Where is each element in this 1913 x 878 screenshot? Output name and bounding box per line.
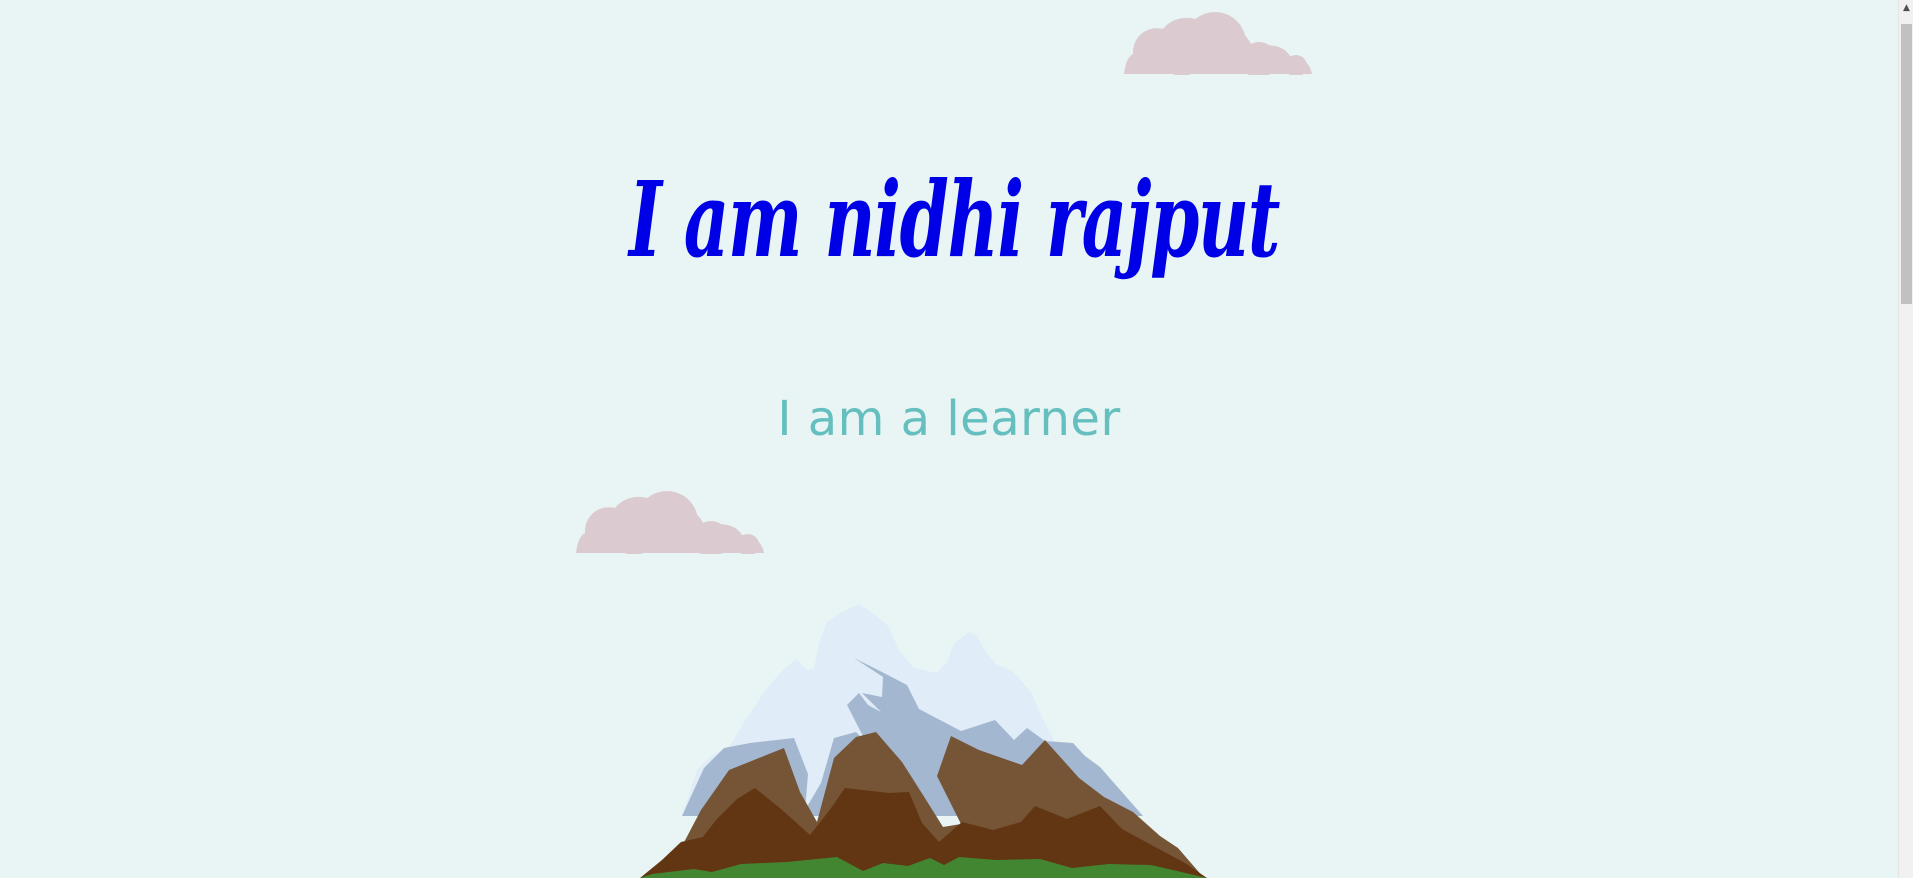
svg-text:I am nidhi rajput: I am nidhi rajput: [627, 158, 1280, 281]
handwritten-name-title: I am nidhi rajput: [627, 158, 1282, 281]
hero-subtitle: I am a learner: [777, 391, 1121, 447]
scroll-up-arrow-icon[interactable]: ▲: [1901, 2, 1912, 15]
scrollbar-thumb[interactable]: [1901, 24, 1912, 304]
top-cloud-icon: [1124, 12, 1312, 75]
mountain-illustration: [640, 604, 1207, 878]
middle-cloud-icon: [576, 491, 764, 554]
hero-title: I am nidhi rajput: [560, 148, 1338, 324]
personal-site-page: I am nidhi rajput I am a learner ▲: [0, 0, 1913, 878]
vertical-scrollbar[interactable]: ▲: [1898, 0, 1913, 878]
